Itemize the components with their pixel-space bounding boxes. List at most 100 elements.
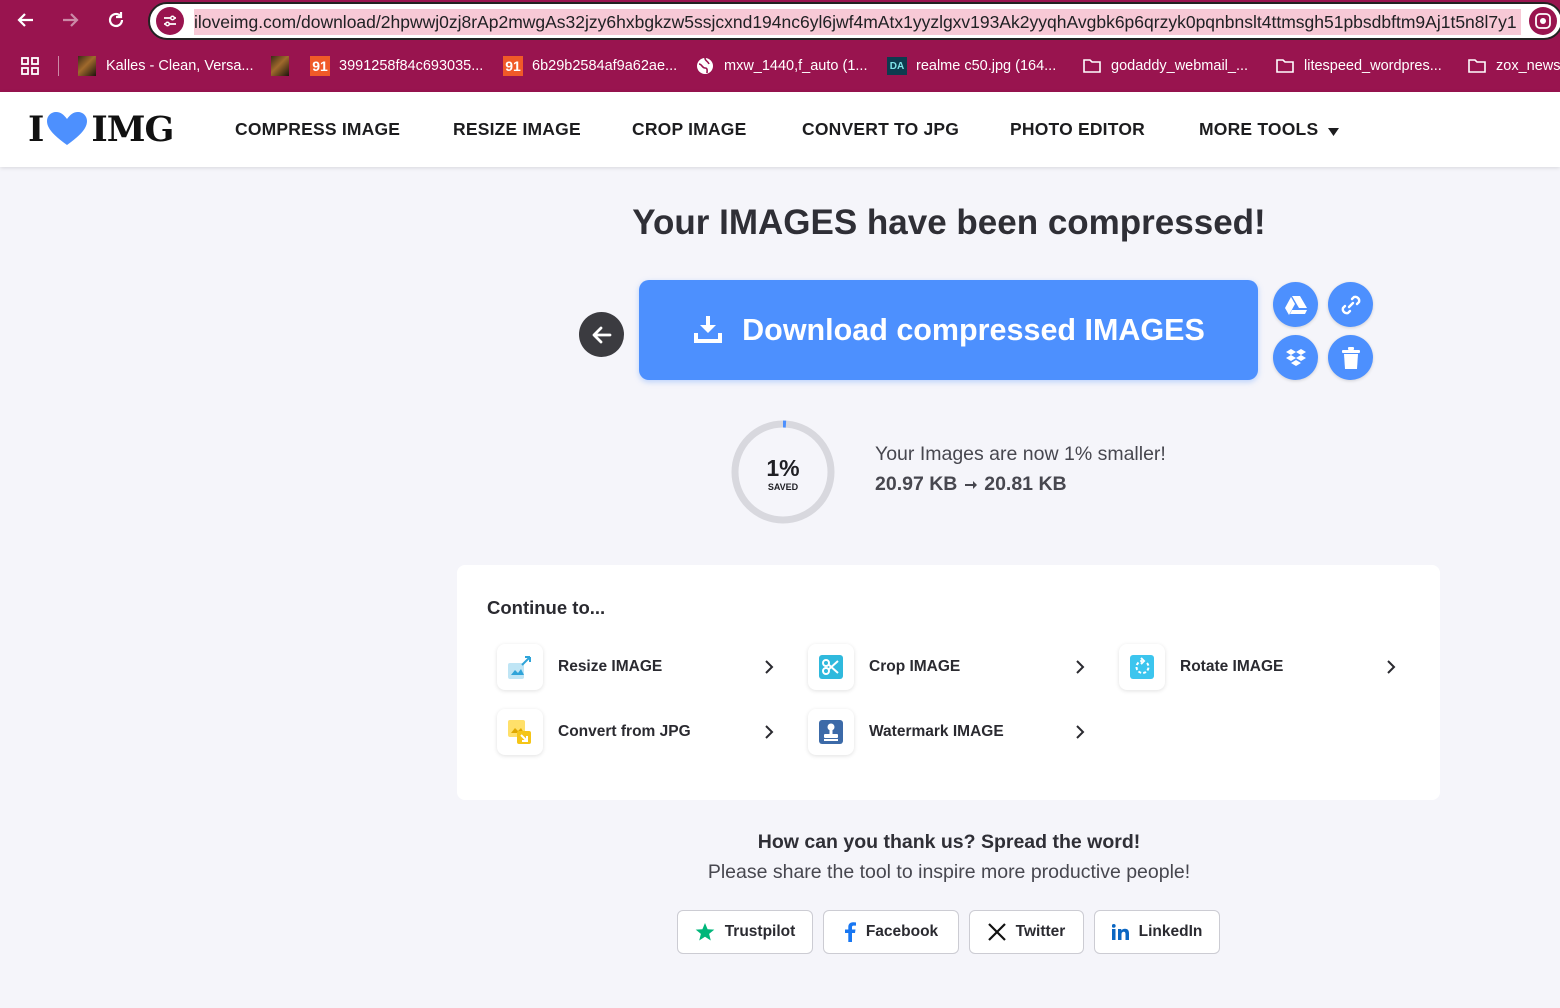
share-facebook-button[interactable]: Facebook [823,910,959,954]
reload-icon[interactable] [102,6,130,34]
page-title: Your IMAGES have been compressed! [632,203,1266,242]
url-text[interactable]: iloveimg.com/download/2hpwwj0zj8rAp2mwgA… [194,9,1521,35]
thumbnail-icon [270,56,290,76]
share-label: Facebook [865,923,939,940]
bookmark-folder[interactable]: zox_news [1467,54,1560,78]
lens-icon[interactable] [1529,7,1557,35]
trash-icon [1341,346,1360,369]
convert-icon [497,709,543,755]
thanks-subtitle: Please share the tool to inspire more pr… [707,861,1191,883]
chevron-right-icon [761,724,777,740]
iloveimg-logo[interactable]: I IMG [28,108,174,150]
trustpilot-star-icon [695,922,715,942]
bookmarks-divider [58,56,59,76]
tool-rotate-image[interactable]: Rotate IMAGE [1119,642,1399,692]
nav-resize-image[interactable]: RESIZE IMAGE [453,119,581,140]
google-drive-icon [1284,295,1307,315]
x-twitter-icon [987,923,1006,941]
share-linkedin-button[interactable]: LinkedIn [1094,910,1220,954]
tool-label: Convert from JPG [558,723,691,740]
save-to-dropbox-button[interactable] [1273,335,1318,380]
facebook-icon [844,922,856,942]
ninety-one-icon: 91 [503,56,523,76]
browser-chrome: iloveimg.com/download/2hpwwj0zj8rAp2mwgA… [0,0,1560,92]
bookmark-label: mxw_1440,f_auto (1... [724,58,868,74]
tool-label: Watermark IMAGE [869,723,1004,740]
save-to-google-drive-button[interactable] [1273,282,1318,327]
ninety-one-icon: 91 [310,56,330,76]
folder-icon [1082,56,1102,76]
bookmarks-bar: Kalles - Clean, Versa... 91 3991258f84c6… [0,46,1560,86]
share-label: LinkedIn [1138,923,1203,940]
share-trustpilot-button[interactable]: Trustpilot [677,910,813,954]
tool-label: Resize IMAGE [558,658,663,675]
thanks-title: How can you thank us? Spread the word! [757,831,1141,853]
continue-title: Continue to... [487,597,606,618]
forward-arrow-icon[interactable] [56,6,84,34]
bookmark-item[interactable]: Kalles - Clean, Versa... [77,54,254,78]
address-bar[interactable]: iloveimg.com/download/2hpwwj0zj8rAp2mwgA… [148,2,1560,40]
thumbnail-icon [77,56,97,76]
bookmark-item[interactable] [270,54,299,78]
dropbox-icon [1285,348,1307,368]
caret-down-icon [1328,120,1340,141]
crop-icon [808,644,854,690]
download-button[interactable]: Download compressed IMAGES [639,280,1258,380]
site-header: I IMG COMPRESS IMAGE RESIZE IMAGE CROP I… [0,92,1560,167]
saved-message: Your Images are now 1% smaller! [875,443,1166,465]
bookmark-item[interactable]: 91 3991258f84c693035... [310,54,483,78]
heart-icon [45,111,89,147]
nav-photo-editor[interactable]: PHOTO EDITOR [1010,119,1145,140]
bookmark-label: litespeed_wordpres... [1304,58,1442,74]
bookmark-item[interactable]: DA realme c50.jpg (164... [887,54,1056,78]
share-twitter-button[interactable]: Twitter [969,910,1084,954]
bookmark-folder[interactable]: godaddy_webmail_... [1082,54,1248,78]
delete-button[interactable] [1328,335,1373,380]
resize-icon [497,644,543,690]
rotate-icon [1119,644,1165,690]
bookmark-item[interactable]: 91 6b29b2584af9a62ae... [503,54,677,78]
bookmark-label: godaddy_webmail_... [1111,58,1249,74]
share-label: Twitter [1015,923,1066,940]
tool-resize-image[interactable]: Resize IMAGE [497,642,777,692]
watermark-icon [808,709,854,755]
folder-icon [1467,56,1487,76]
back-button[interactable] [579,312,624,357]
bookmark-item[interactable]: mxw_1440,f_auto (1... [695,54,867,78]
globe-icon [695,56,715,76]
size-before: 20.97 KB [875,473,958,495]
arrow-right-icon [964,473,978,496]
site-info-icon[interactable] [156,7,184,35]
tool-watermark-image[interactable]: Watermark IMAGE [808,707,1088,757]
logo-text-left: I [28,108,44,150]
bookmark-label: zox_news [1496,58,1560,74]
bookmark-label: 6b29b2584af9a62ae... [532,58,678,74]
nav-convert-to-jpg[interactable]: CONVERT TO JPG [802,119,959,140]
bookmark-label: Kalles - Clean, Versa... [106,58,254,74]
size-after: 20.81 KB [984,473,1067,495]
da-icon: DA [887,56,907,76]
back-arrow-icon[interactable] [12,6,40,34]
tool-convert-from-jpg[interactable]: Convert from JPG [497,707,777,757]
bookmark-label: 3991258f84c693035... [339,58,484,74]
more-tools-label: MORE TOOLS [1199,119,1319,139]
linkedin-icon [1111,924,1129,940]
share-label: Trustpilot [724,923,796,940]
logo-text-right: IMG [91,108,174,150]
link-icon [1340,294,1362,316]
copy-link-button[interactable] [1328,282,1373,327]
saved-percent: 1% [766,455,800,481]
apps-grid-icon[interactable] [20,56,40,81]
nav-compress-image[interactable]: COMPRESS IMAGE [235,119,400,140]
continue-to-card: Continue to... Resize IMAGE Crop IMAGE R… [457,565,1440,800]
tool-label: Crop IMAGE [869,658,961,675]
nav-more-tools[interactable]: MORE TOOLS [1199,119,1340,141]
nav-crop-image[interactable]: CROP IMAGE [632,119,746,140]
bookmark-folder[interactable]: litespeed_wordpres... [1275,54,1442,78]
tool-crop-image[interactable]: Crop IMAGE [808,642,1088,692]
chevron-right-icon [1383,659,1399,675]
tool-label: Rotate IMAGE [1180,658,1284,675]
arrow-left-icon [591,324,613,346]
size-comparison: 20.97 KB 20.81 KB [875,473,1067,496]
chevron-right-icon [1072,724,1088,740]
